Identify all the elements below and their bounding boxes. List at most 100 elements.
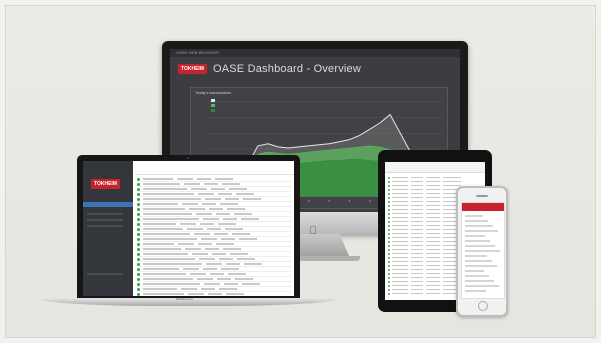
status-dot-icon (388, 232, 390, 235)
home-button[interactable] (478, 301, 488, 311)
status-dot-icon (137, 267, 140, 271)
page-title: OASE Dashboard - Overview (212, 63, 362, 75)
status-dot-icon (388, 268, 390, 271)
tablet-header (385, 162, 485, 173)
list-item[interactable] (465, 275, 489, 277)
dashboard-header: TOKHEIM OASE Dashboard - Overview (178, 63, 361, 75)
status-dot-icon (137, 187, 140, 191)
list-item[interactable] (465, 230, 498, 232)
status-dot-icon (388, 196, 390, 199)
table-row[interactable] (388, 176, 482, 179)
status-dot-icon (388, 240, 390, 243)
status-dot-icon (388, 176, 390, 179)
table-row[interactable] (388, 180, 482, 183)
status-dot-icon (388, 220, 390, 223)
laptop-screen: TOKHEIM (83, 161, 294, 296)
status-dot-icon (388, 244, 390, 247)
brand-logo: TOKHEIM (178, 64, 207, 74)
status-dot-icon (137, 207, 140, 211)
transaction-list (135, 161, 294, 296)
sidebar-item[interactable] (87, 273, 123, 275)
list-item[interactable] (465, 235, 485, 237)
laptop-model-label: MacBook Air (176, 297, 193, 301)
list-item[interactable] (465, 285, 499, 287)
status-dot-icon (137, 277, 140, 281)
status-dot-icon (137, 192, 140, 196)
panel-title: Today's transactions (195, 90, 232, 95)
status-dot-icon (388, 260, 390, 263)
status-dot-icon (388, 284, 390, 287)
list-item[interactable] (465, 265, 497, 267)
status-dot-icon (137, 252, 140, 256)
x-tick (307, 200, 310, 202)
status-dot-icon (137, 237, 140, 241)
sidebar-item[interactable] (87, 219, 123, 221)
status-dot-icon (137, 282, 140, 286)
status-dot-icon (388, 208, 390, 211)
list-item[interactable] (465, 270, 484, 272)
list-item[interactable] (465, 255, 487, 257)
status-dot-icon (388, 228, 390, 231)
browser-topbar: OASE WEB BROWSER (170, 49, 460, 57)
status-dot-icon (388, 192, 390, 195)
status-dot-icon (388, 236, 390, 239)
status-dot-icon (388, 256, 390, 259)
status-dot-icon (137, 202, 140, 206)
table-row[interactable] (137, 292, 292, 296)
status-dot-icon (388, 272, 390, 275)
status-dot-icon (137, 217, 140, 221)
status-dot-icon (388, 216, 390, 219)
status-dot-icon (137, 247, 140, 251)
sidebar-item[interactable] (87, 213, 123, 215)
x-tick (368, 200, 371, 202)
status-dot-icon (137, 212, 140, 216)
list-item[interactable] (465, 220, 488, 222)
list-toolbar (135, 167, 294, 175)
sidebar-item-active[interactable] (83, 202, 133, 207)
list-item[interactable] (465, 250, 500, 252)
status-dot-icon (388, 288, 390, 291)
chart-legend (211, 98, 217, 113)
status-dot-icon (137, 257, 140, 261)
laptop: TOKHEIM (77, 155, 300, 301)
brand-logo: TOKHEIM (91, 179, 120, 189)
status-dot-icon (137, 287, 140, 291)
camera-icon (187, 157, 189, 159)
status-dot-icon (137, 272, 140, 276)
status-dot-icon (388, 280, 390, 283)
status-dot-icon (388, 224, 390, 227)
x-tick (328, 200, 330, 202)
list-item[interactable] (465, 245, 495, 247)
phone-header (462, 203, 504, 211)
list-item[interactable] (465, 290, 486, 292)
status-dot-icon (137, 177, 140, 181)
status-dot-icon (388, 204, 390, 207)
status-dot-icon (388, 180, 390, 183)
list-item[interactable] (465, 215, 483, 217)
status-dot-icon (388, 276, 390, 279)
status-dot-icon (137, 222, 140, 226)
status-dot-icon (388, 292, 390, 295)
status-dot-icon (137, 182, 140, 186)
phone-screen (461, 202, 505, 299)
legend-item (211, 108, 217, 113)
status-dot-icon (388, 188, 390, 191)
status-dot-icon (388, 264, 390, 267)
sidebar: TOKHEIM (83, 161, 133, 296)
list-item[interactable] (465, 225, 493, 227)
status-dot-icon (137, 292, 140, 296)
speaker-icon (476, 195, 488, 197)
phone (456, 186, 508, 317)
status-dot-icon (388, 248, 390, 251)
status-dot-icon (388, 200, 390, 203)
sidebar-item[interactable] (87, 225, 123, 227)
list-item[interactable] (465, 280, 494, 282)
status-dot-icon (137, 227, 140, 231)
list-item[interactable] (465, 240, 490, 242)
status-dot-icon (388, 252, 390, 255)
status-dot-icon (137, 262, 140, 266)
status-dot-icon (388, 212, 390, 215)
status-dot-icon (137, 232, 140, 236)
list-item[interactable] (465, 260, 492, 262)
status-dot-icon (137, 242, 140, 246)
